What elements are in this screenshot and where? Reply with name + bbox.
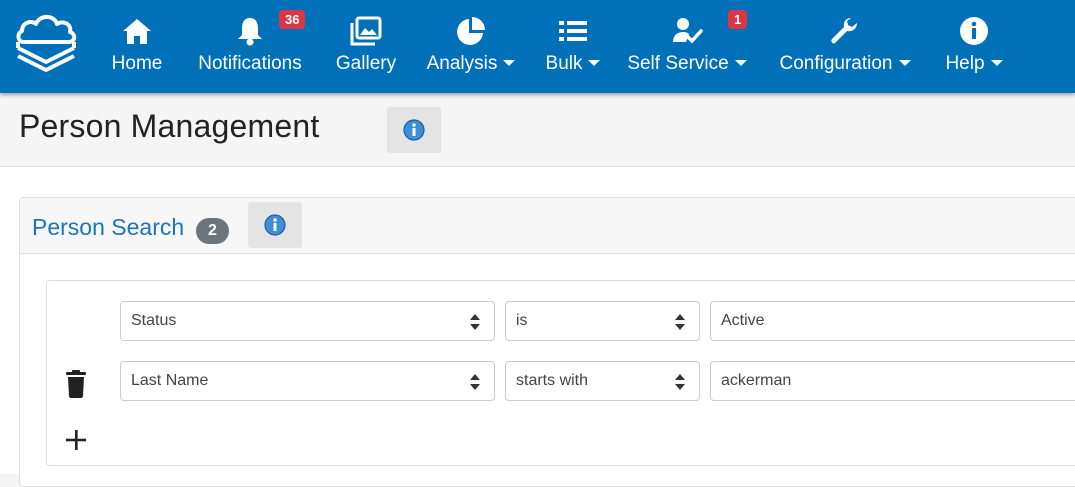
nav-self-service-label: Self Service <box>627 53 729 74</box>
page-title: Person Management <box>19 108 320 144</box>
criteria-count-badge: 2 <box>196 218 229 244</box>
info-icon <box>403 119 425 141</box>
criteria-value-input[interactable]: ackerman <box>710 361 1075 401</box>
pie-chart-icon <box>457 17 485 45</box>
info-icon <box>264 214 286 236</box>
criteria-operator-select[interactable]: is <box>505 301 700 341</box>
select-arrows-icon <box>675 314 685 330</box>
page-header: Person Management <box>0 93 1075 167</box>
nav-bulk-dropdown[interactable]: Bulk <box>540 0 606 93</box>
nav-home[interactable]: Home <box>103 0 171 93</box>
home-icon <box>123 19 151 44</box>
select-arrows-icon <box>470 374 480 390</box>
trash-icon[interactable] <box>65 370 87 398</box>
bell-icon <box>238 18 262 46</box>
nav-gallery-label: Gallery <box>335 53 397 74</box>
person-search-card: Person Search 2 Status is Active Last Na… <box>19 197 1075 487</box>
chevron-down-icon <box>588 60 601 66</box>
chevron-down-icon <box>898 60 911 66</box>
main-content: Person Search 2 Status is Active Last Na… <box>0 167 1075 487</box>
criteria-value-input[interactable]: Active <box>710 301 1075 341</box>
nav-home-label: Home <box>111 53 163 74</box>
search-criteria-panel: Status is Active Last Name starts with a… <box>46 280 1075 466</box>
criteria-value-text: ackerman <box>721 372 792 389</box>
nav-help-label: Help <box>945 53 985 74</box>
criteria-field-select[interactable]: Status <box>120 301 495 341</box>
image-gallery-icon <box>350 16 382 46</box>
page-info-button[interactable] <box>387 107 441 153</box>
criteria-field-value: Last Name <box>131 372 209 389</box>
card-title: Person Search <box>32 214 185 240</box>
info-circle-icon <box>960 17 988 45</box>
criteria-operator-select[interactable]: starts with <box>505 361 700 401</box>
user-check-icon <box>673 18 703 44</box>
chevron-down-icon <box>734 60 747 66</box>
card-header: Person Search 2 <box>20 198 1075 254</box>
nav-configuration-dropdown[interactable]: Configuration <box>770 0 920 93</box>
add-criteria-plus-icon[interactable] <box>64 428 88 452</box>
wrench-icon <box>831 18 857 44</box>
criteria-field-value: Status <box>131 312 177 329</box>
criteria-operator-value: starts with <box>516 372 589 389</box>
nav-configuration-label: Configuration <box>779 53 893 74</box>
select-arrows-icon <box>470 314 480 330</box>
list-icon <box>559 21 587 41</box>
nav-notifications[interactable]: 36 Notifications <box>190 0 310 93</box>
criteria-value-text: Active <box>721 312 765 329</box>
notifications-count-badge: 36 <box>279 10 306 29</box>
nav-notifications-label: Notifications <box>198 53 302 74</box>
nav-help-dropdown[interactable]: Help <box>940 0 1008 93</box>
self-service-count-badge: 1 <box>728 10 748 29</box>
nav-bulk-label: Bulk <box>545 53 583 74</box>
chevron-down-icon <box>990 60 1003 66</box>
nav-analysis-label: Analysis <box>426 53 498 74</box>
select-arrows-icon <box>675 374 685 390</box>
criteria-field-select[interactable]: Last Name <box>120 361 495 401</box>
criteria-operator-value: is <box>516 312 528 329</box>
cloud-stack-logo-icon[interactable] <box>14 12 78 78</box>
nav-analysis-dropdown[interactable]: Analysis <box>420 0 522 93</box>
chevron-down-icon <box>503 60 516 66</box>
nav-gallery[interactable]: Gallery <box>330 0 402 93</box>
search-info-button[interactable] <box>248 202 302 248</box>
nav-self-service-dropdown[interactable]: 1 Self Service <box>624 0 750 93</box>
top-navbar: Home 36 Notifications Gallery Analysis B… <box>0 0 1075 93</box>
